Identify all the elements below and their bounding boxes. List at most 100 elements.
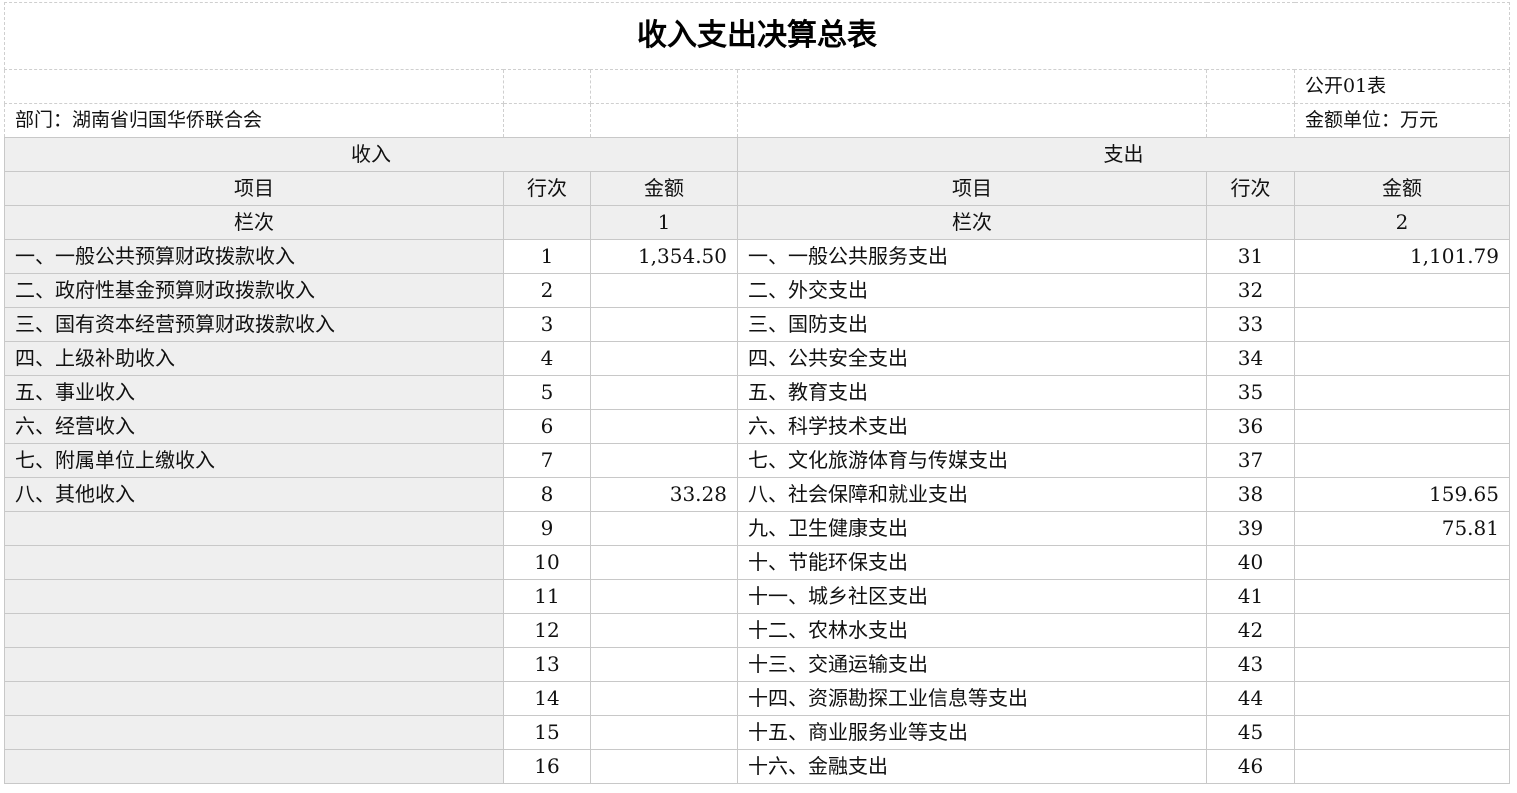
income-amount <box>590 341 738 376</box>
income-amount: 33.28 <box>590 477 738 512</box>
table-body: 收入支出决算总表 公开01表 部门：湖南省归国华侨联合会 金额单位：万元 收入 … <box>4 2 1510 784</box>
empty-cell <box>1206 69 1295 104</box>
expense-amount: 159.65 <box>1294 477 1510 512</box>
income-line: 6 <box>503 409 591 444</box>
table-row: 三、国有资本经营预算财政拨款收入 3 三、国防支出 33 <box>4 307 1510 342</box>
expense-line: 39 <box>1206 511 1295 546</box>
expense-item: 三、国防支出 <box>737 307 1207 342</box>
expense-amount <box>1294 375 1510 410</box>
expense-item: 十五、商业服务业等支出 <box>737 715 1207 750</box>
expense-item: 六、科学技术支出 <box>737 409 1207 444</box>
expense-line: 40 <box>1206 545 1295 580</box>
expense-item: 十六、金融支出 <box>737 749 1207 784</box>
expense-column-index: 2 <box>1294 205 1510 240</box>
table-row: 16 十六、金融支出 46 <box>4 749 1510 784</box>
table-row: 11 十一、城乡社区支出 41 <box>4 579 1510 614</box>
income-line: 16 <box>503 749 591 784</box>
income-line: 1 <box>503 239 591 274</box>
income-item <box>4 749 504 784</box>
income-item <box>4 511 504 546</box>
income-amount <box>590 613 738 648</box>
income-item <box>4 579 504 614</box>
expense-line: 33 <box>1206 307 1295 342</box>
department-row: 部门：湖南省归国华侨联合会 金额单位：万元 <box>4 103 1510 138</box>
expense-item: 五、教育支出 <box>737 375 1207 410</box>
expense-line: 38 <box>1206 477 1295 512</box>
income-line: 2 <box>503 273 591 308</box>
income-amount <box>590 681 738 716</box>
income-item <box>4 613 504 648</box>
expense-amount <box>1294 273 1510 308</box>
expense-amount-header: 金额 <box>1294 171 1510 206</box>
expense-line: 45 <box>1206 715 1295 750</box>
table-row: 10 十、节能环保支出 40 <box>4 545 1510 580</box>
table-row: 二、政府性基金预算财政拨款收入 2 二、外交支出 32 <box>4 273 1510 308</box>
expense-item-header: 项目 <box>737 171 1207 206</box>
expense-line: 46 <box>1206 749 1295 784</box>
income-line: 13 <box>503 647 591 682</box>
table-row: 13 十三、交通运输支出 43 <box>4 647 1510 682</box>
income-index-label: 栏次 <box>4 205 504 240</box>
expense-index-label: 栏次 <box>737 205 1207 240</box>
table-row: 四、上级补助收入 4 四、公共安全支出 34 <box>4 341 1510 376</box>
income-item: 六、经营收入 <box>4 409 504 444</box>
income-item <box>4 647 504 682</box>
income-item: 八、其他收入 <box>4 477 504 512</box>
income-item: 五、事业收入 <box>4 375 504 410</box>
table-row: 9 九、卫生健康支出 39 75.81 <box>4 511 1510 546</box>
expense-line: 42 <box>1206 613 1295 648</box>
income-line: 8 <box>503 477 591 512</box>
expense-item: 十二、农林水支出 <box>737 613 1207 648</box>
expense-line: 44 <box>1206 681 1295 716</box>
expense-item: 十一、城乡社区支出 <box>737 579 1207 614</box>
expense-line: 35 <box>1206 375 1295 410</box>
department-name: 部门：湖南省归国华侨联合会 <box>4 103 504 138</box>
column-header-row: 项目 行次 金额 项目 行次 金额 <box>4 171 1510 206</box>
income-line: 4 <box>503 341 591 376</box>
expense-line: 34 <box>1206 341 1295 376</box>
section-header-row: 收入 支出 <box>4 137 1510 172</box>
income-amount: 1,354.50 <box>590 239 738 274</box>
expense-amount <box>1294 443 1510 478</box>
income-line: 14 <box>503 681 591 716</box>
income-item: 一、一般公共预算财政拨款收入 <box>4 239 504 274</box>
table-row: 八、其他收入 8 33.28 八、社会保障和就业支出 38 159.65 <box>4 477 1510 512</box>
income-item: 三、国有资本经营预算财政拨款收入 <box>4 307 504 342</box>
expense-item: 十四、资源勘探工业信息等支出 <box>737 681 1207 716</box>
income-item: 四、上级补助收入 <box>4 341 504 376</box>
table-row: 一、一般公共预算财政拨款收入 1 1,354.50 一、一般公共服务支出 31 … <box>4 239 1510 274</box>
income-line: 7 <box>503 443 591 478</box>
amount-unit: 金额单位：万元 <box>1294 103 1510 138</box>
expense-amount <box>1294 409 1510 444</box>
table-code-row: 公开01表 <box>4 69 1510 104</box>
income-item-header: 项目 <box>4 171 504 206</box>
empty-cell <box>503 69 591 104</box>
column-index-row: 栏次 1 栏次 2 <box>4 205 1510 240</box>
income-amount <box>590 579 738 614</box>
income-amount <box>590 749 738 784</box>
expense-amount <box>1294 681 1510 716</box>
empty-cell <box>1206 205 1295 240</box>
income-amount <box>590 307 738 342</box>
expense-line: 41 <box>1206 579 1295 614</box>
expense-amount: 75.81 <box>1294 511 1510 546</box>
expense-line: 43 <box>1206 647 1295 682</box>
income-line: 5 <box>503 375 591 410</box>
expense-item: 二、外交支出 <box>737 273 1207 308</box>
expense-item: 十、节能环保支出 <box>737 545 1207 580</box>
income-section-header: 收入 <box>4 137 738 172</box>
table-row: 12 十二、农林水支出 42 <box>4 613 1510 648</box>
income-line-header: 行次 <box>503 171 591 206</box>
income-item <box>4 715 504 750</box>
income-amount <box>590 511 738 546</box>
expense-amount <box>1294 749 1510 784</box>
table-code: 公开01表 <box>1294 69 1510 104</box>
income-item <box>4 545 504 580</box>
empty-cell <box>737 69 1207 104</box>
income-column-index: 1 <box>590 205 738 240</box>
income-item: 二、政府性基金预算财政拨款收入 <box>4 273 504 308</box>
expense-item: 九、卫生健康支出 <box>737 511 1207 546</box>
expense-line: 37 <box>1206 443 1295 478</box>
empty-cell <box>737 103 1207 138</box>
income-amount <box>590 375 738 410</box>
